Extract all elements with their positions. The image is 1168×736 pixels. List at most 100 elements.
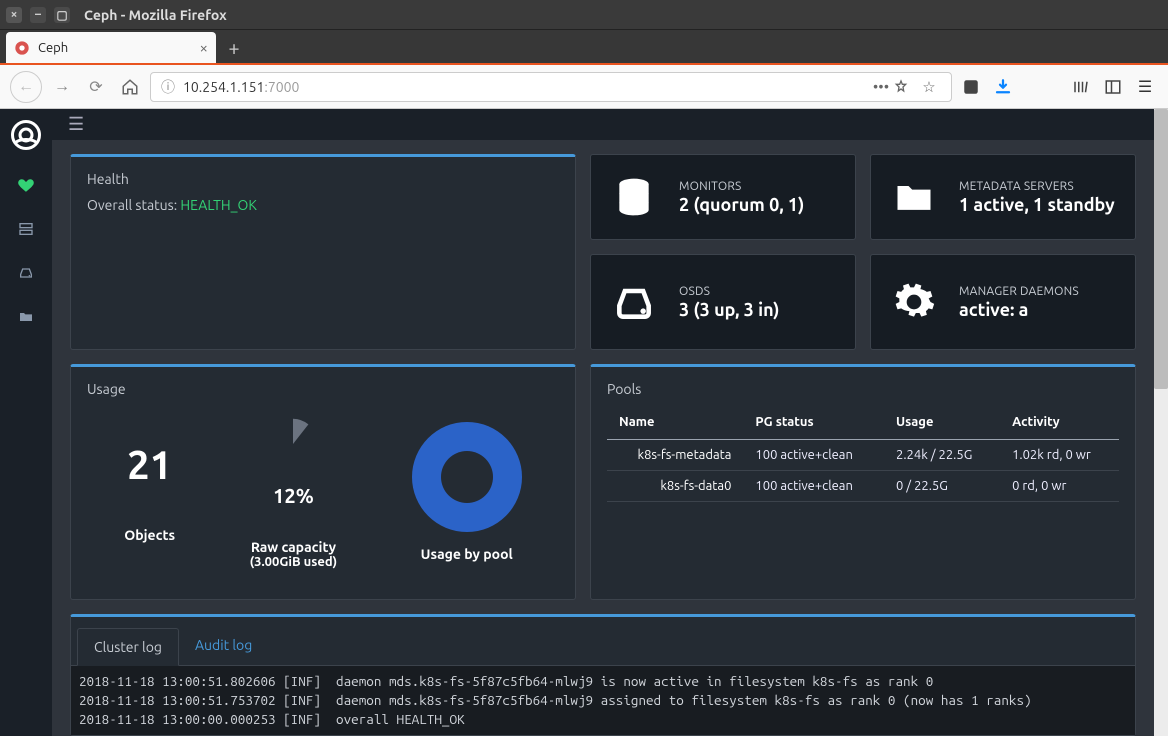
usage-objects: 21 Objects	[124, 442, 175, 543]
folder-icon	[18, 309, 34, 325]
col-usage: Usage	[884, 407, 1000, 440]
url-input[interactable]: ⓘ 10.254.1.151:7000 ••• ☆	[150, 72, 952, 102]
app-menu-button[interactable]: ☰	[1132, 74, 1158, 100]
usage-raw-sub: (3.00GiB used)	[250, 555, 338, 569]
health-title: Health	[87, 171, 559, 187]
col-pg: PG status	[743, 407, 884, 440]
nav-home-button[interactable]	[116, 73, 144, 101]
mgr-value: active: a	[959, 300, 1079, 320]
table-header-row: Name PG status Usage Activity	[607, 407, 1119, 440]
monitors-label: MONITORS	[679, 180, 804, 193]
pool-activity: 1.02k rd, 0 wr	[1000, 440, 1119, 471]
health-overall-value: HEALTH_OK	[180, 197, 256, 213]
pool-usage: 2.24k / 22.5G	[884, 440, 1000, 471]
card-health: Health Overall status: HEALTH_OK	[70, 154, 576, 350]
log-output[interactable]: 2018-11-18 13:00:51.802606 [INF] daemon …	[71, 666, 1135, 735]
table-row[interactable]: k8s-fs-data0 100 active+clean 0 / 22.5G …	[607, 471, 1119, 502]
window-close-button[interactable]: ×	[6, 7, 22, 23]
log-tabs: Cluster log Audit log	[71, 627, 1135, 666]
table-row[interactable]: k8s-fs-metadata 100 active+clean 2.24k /…	[607, 440, 1119, 471]
window-minimize-button[interactable]: –	[30, 7, 46, 23]
window-titlebar: × – ▢ Ceph - Mozilla Firefox	[0, 0, 1168, 30]
tab-cluster-log[interactable]: Cluster log	[77, 628, 179, 666]
pools-table: Name PG status Usage Activity k8s-fs-met…	[607, 407, 1119, 502]
menu-toggle-button[interactable]: ☰	[68, 114, 84, 135]
usage-title: Usage	[87, 381, 559, 397]
usage-raw: 12% Raw capacity (3.00GiB used)	[250, 416, 338, 569]
card-osds[interactable]: OSDS 3 (3 up, 3 in)	[590, 254, 856, 350]
nav-back-button[interactable]: ←	[10, 71, 42, 103]
sidebar-item-cluster[interactable]	[8, 211, 44, 247]
tab-close-icon[interactable]: ×	[200, 39, 208, 56]
pool-pg: 100 active+clean	[743, 440, 884, 471]
health-overall: Overall status: HEALTH_OK	[87, 197, 559, 213]
usage-pool-label: Usage by pool	[412, 546, 522, 562]
osds-label: OSDS	[679, 285, 779, 298]
database-icon	[607, 170, 661, 224]
usage-by-pool-chart	[412, 422, 522, 532]
sidebar-item-osd[interactable]	[8, 255, 44, 291]
card-logs: Cluster log Audit log 2018-11-18 13:00:5…	[70, 614, 1136, 736]
server-icon	[18, 221, 34, 237]
library-icon[interactable]	[1068, 74, 1094, 100]
pool-usage: 0 / 22.5G	[884, 471, 1000, 502]
app-topbar: ☰	[52, 109, 1154, 140]
pool-name: k8s-fs-metadata	[607, 440, 743, 471]
pool-pg: 100 active+clean	[743, 471, 884, 502]
card-pools: Pools Name PG status Usage Activity k8s-…	[590, 364, 1136, 600]
sidebar-item-filesystem[interactable]	[8, 299, 44, 335]
browser-tabbar: Ceph × +	[0, 30, 1168, 65]
browser-tab-title: Ceph	[38, 41, 200, 55]
more-icon[interactable]: •••	[869, 78, 893, 95]
new-tab-button[interactable]: +	[220, 33, 248, 61]
mds-value: 1 active, 1 standby	[959, 195, 1115, 215]
usage-raw-value: 12%	[250, 484, 338, 507]
usage-objects-value: 21	[124, 442, 175, 487]
card-monitors[interactable]: MONITORS 2 (quorum 0, 1)	[590, 154, 856, 240]
col-activity: Activity	[1000, 407, 1119, 440]
site-info-icon[interactable]: ⓘ	[161, 77, 175, 97]
pool-name: k8s-fs-data0	[607, 471, 743, 502]
disk-icon	[607, 275, 661, 329]
health-overall-label: Overall status:	[87, 197, 180, 213]
home-icon	[121, 78, 139, 96]
scrollbar-thumb[interactable]	[1154, 109, 1168, 389]
col-name: Name	[607, 407, 743, 440]
sidebar-item-dashboard[interactable]	[8, 167, 44, 203]
browser-toolbar: ← → ⟳ ⓘ 10.254.1.151:7000 ••• ☆ ☰	[0, 65, 1168, 109]
pool-activity: 0 rd, 0 wr	[1000, 471, 1119, 502]
page-scrollbar[interactable]	[1154, 109, 1168, 736]
folder-icon	[887, 170, 941, 224]
tab-audit-log[interactable]: Audit log	[179, 627, 268, 665]
gear-icon	[887, 275, 941, 329]
hdd-icon	[18, 265, 34, 281]
sidebar-icon[interactable]	[1100, 74, 1126, 100]
ceph-favicon-icon	[14, 40, 30, 56]
card-manager-daemons[interactable]: MANAGER DAEMONS active: a	[870, 254, 1136, 350]
nav-reload-button[interactable]: ⟳	[82, 73, 110, 101]
monitors-value: 2 (quorum 0, 1)	[679, 195, 804, 215]
downloads-icon[interactable]	[990, 74, 1016, 100]
raw-capacity-chart	[265, 416, 321, 472]
browser-tab-active[interactable]: Ceph ×	[6, 32, 216, 63]
card-usage: Usage 21 Objects 12% Raw capacity (3.00G…	[70, 364, 576, 600]
evernote-icon[interactable]	[958, 74, 984, 100]
heartbeat-icon	[17, 176, 35, 194]
osds-value: 3 (3 up, 3 in)	[679, 300, 779, 320]
window-maximize-button[interactable]: ▢	[54, 7, 70, 23]
usage-pool: Usage by pool	[412, 422, 522, 562]
mds-label: METADATA SERVERS	[959, 180, 1115, 193]
bookmark-icon[interactable]: ☆	[917, 78, 941, 96]
card-metadata-servers[interactable]: METADATA SERVERS 1 active, 1 standby	[870, 154, 1136, 240]
pools-title: Pools	[607, 381, 1119, 397]
usage-objects-label: Objects	[124, 527, 175, 543]
window-title: Ceph - Mozilla Firefox	[84, 7, 227, 23]
ceph-logo-icon[interactable]	[8, 117, 44, 153]
app-sidebar	[0, 109, 52, 736]
reader-icon[interactable]	[893, 79, 917, 95]
usage-raw-label: Raw capacity	[250, 539, 338, 555]
mgr-label: MANAGER DAEMONS	[959, 285, 1079, 298]
url-host: 10.254.1.151	[183, 79, 264, 95]
url-port: :7000	[264, 79, 299, 95]
nav-forward-button[interactable]: →	[48, 73, 76, 101]
